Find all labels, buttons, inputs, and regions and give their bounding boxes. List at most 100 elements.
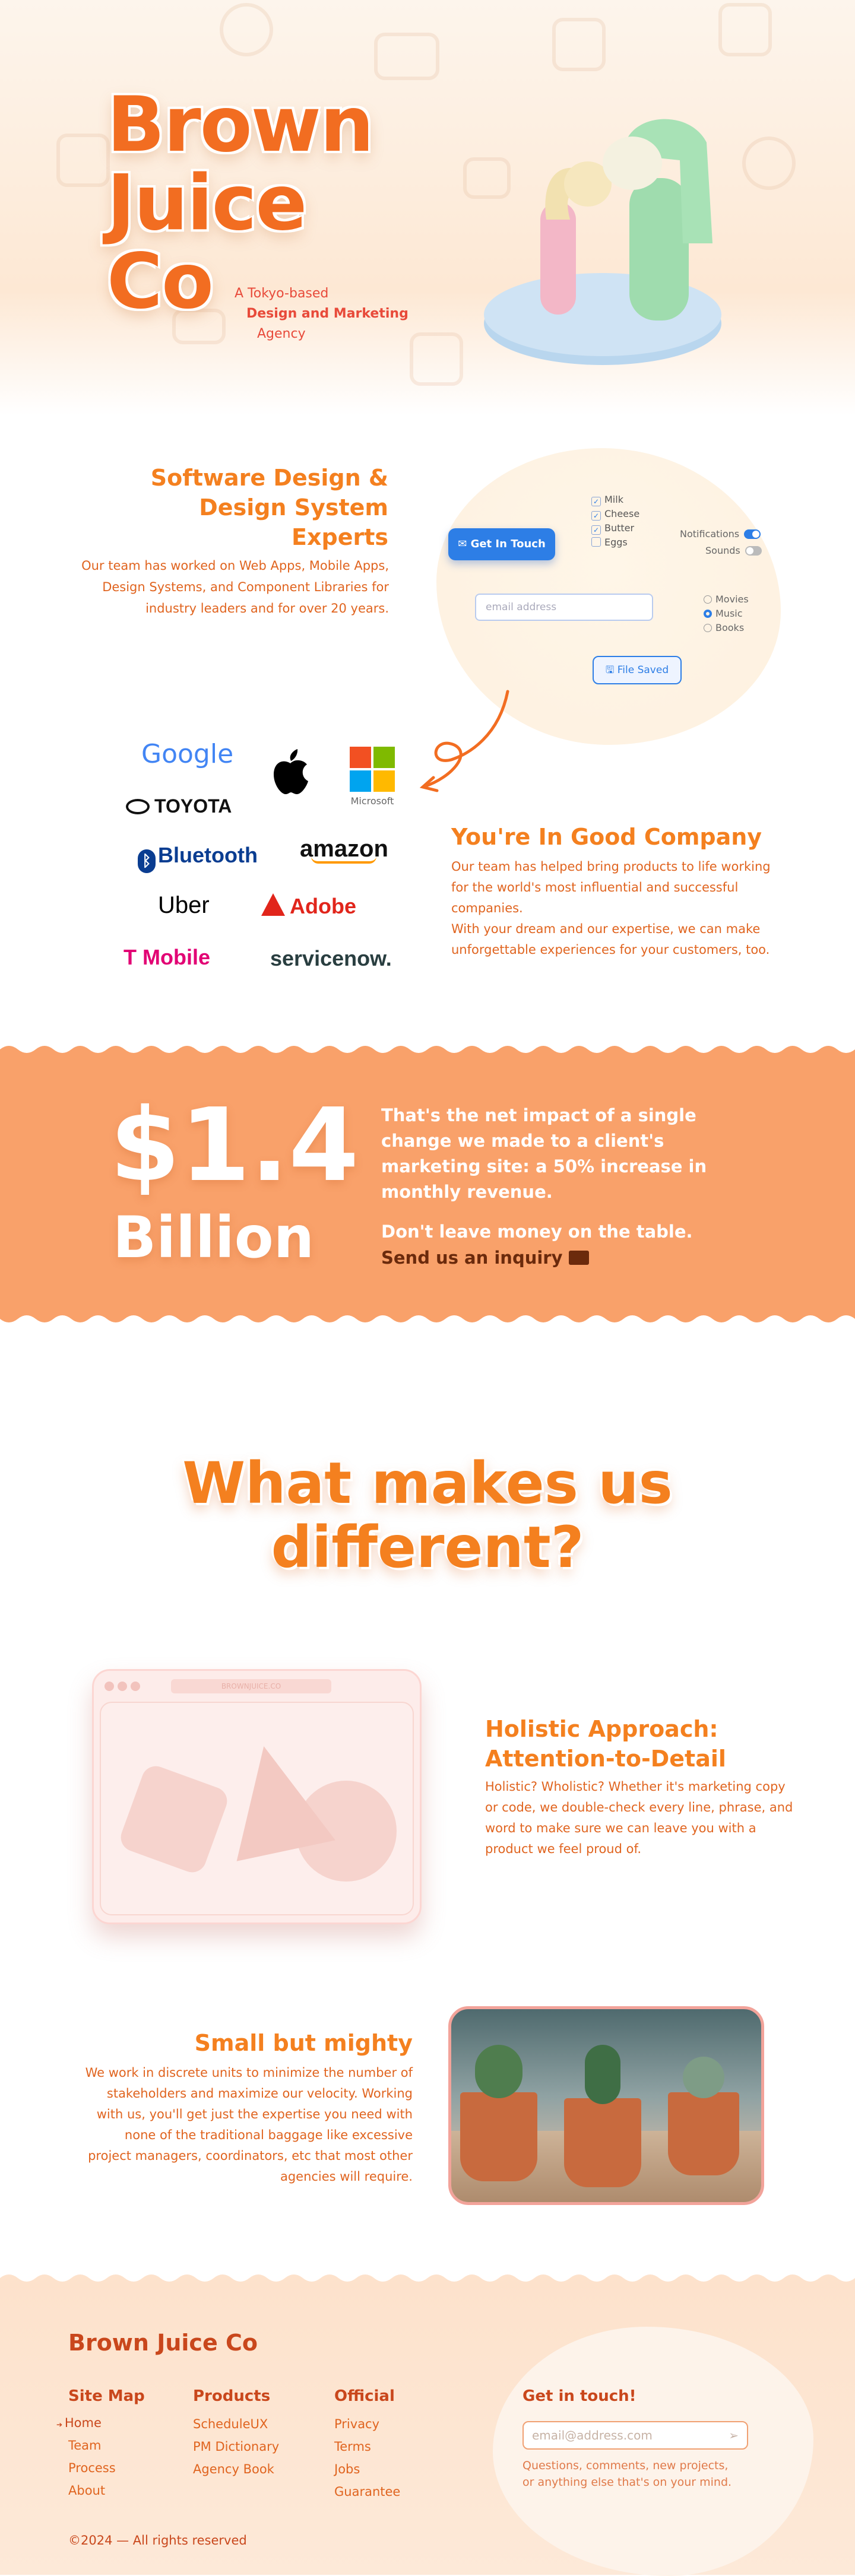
footer-link-scheduleux[interactable]: ScheduleUX bbox=[193, 2417, 268, 2431]
arrow-right-icon: ➔ bbox=[56, 2420, 65, 2429]
impact-cta-line: Don't leave money on the table. bbox=[381, 1222, 693, 1242]
servicenow-logo: servicenow. bbox=[270, 946, 392, 970]
footer-link-guarantee[interactable]: Guarantee bbox=[334, 2485, 400, 2499]
radio-music[interactable]: Music bbox=[704, 607, 743, 621]
podcast-icon bbox=[220, 3, 273, 56]
send-inquiry-label: Send us an inquiry bbox=[381, 1248, 563, 1268]
toggle-notifications[interactable]: Notifications bbox=[680, 528, 761, 540]
good-company-body: Our team has helped bring products to li… bbox=[451, 856, 784, 960]
copyright: ©2024 — All rights reserved bbox=[68, 2533, 247, 2548]
good-company-text: Our team has helped bring products to li… bbox=[451, 859, 771, 915]
toyota-logo: TOYOTA bbox=[126, 795, 232, 817]
toggle-switch[interactable] bbox=[745, 546, 762, 556]
good-company-text: With your dream and our expertise, we ca… bbox=[451, 922, 770, 957]
checkbox-cheese[interactable]: ✓ Cheese bbox=[591, 507, 639, 521]
microsoft-logo: Microsoft bbox=[349, 747, 395, 807]
cactus-pot bbox=[564, 2098, 641, 2187]
uber-logo: Uber bbox=[158, 892, 210, 918]
tagline-line: Design and Marketing bbox=[246, 306, 408, 321]
envelope-icon bbox=[568, 1251, 589, 1265]
note-line: or anything else that's on your mind. bbox=[522, 2476, 732, 2489]
footer-link-agency-book[interactable]: Agency Book bbox=[193, 2462, 274, 2476]
browser-window-illustration: BROWNJUICE.CO bbox=[92, 1669, 422, 1924]
impact-word: Billion bbox=[113, 1204, 315, 1271]
wave-divider bbox=[0, 2272, 855, 2282]
tagline-line: A Tokyo-based bbox=[235, 286, 329, 301]
title-line: What makes us bbox=[182, 1450, 673, 1517]
checkbox-icon: ✓ bbox=[591, 511, 601, 521]
checkbox-label: Cheese bbox=[604, 508, 640, 519]
send-inquiry-link[interactable]: Send us an inquiry bbox=[381, 1248, 589, 1268]
save-icon: 🖫 bbox=[605, 664, 618, 676]
get-in-touch-button[interactable]: ✉ Get In Touch bbox=[448, 528, 555, 560]
checkbox-eggs[interactable]: Eggs bbox=[591, 535, 628, 550]
hero-section: Brown Juice Co A Tokyo-based Design and … bbox=[0, 0, 855, 415]
email-input-mock[interactable]: email address bbox=[475, 594, 653, 621]
footer-link-team[interactable]: Team bbox=[68, 2438, 102, 2453]
toyota-emblem-icon bbox=[126, 799, 150, 814]
chart-icon bbox=[56, 134, 110, 187]
headphones-icon bbox=[742, 137, 796, 190]
hero-title-line: Brown bbox=[107, 81, 374, 169]
checkbox-milk[interactable]: ✓ Milk bbox=[591, 493, 623, 507]
footer-link-home[interactable]: ➔ Home bbox=[56, 2416, 102, 2430]
tagline-line: Agency bbox=[257, 326, 306, 341]
footer-email-input[interactable]: email@address.com ➢ bbox=[522, 2421, 748, 2450]
holistic-title: Holistic Approach: Attention-to-Detail bbox=[485, 1714, 726, 1774]
contact-note: Questions, comments, new projects, or an… bbox=[522, 2457, 732, 2491]
window-url-bar: BROWNJUICE.CO bbox=[171, 1679, 331, 1693]
software-section-body: Our team has worked on Web Apps, Mobile … bbox=[81, 559, 389, 616]
toggle-label: Notifications bbox=[680, 528, 740, 540]
cactus-pot bbox=[460, 2092, 537, 2181]
wave-divider bbox=[0, 1315, 855, 1325]
toyota-label: TOYOTA bbox=[154, 795, 232, 817]
footer-link-process[interactable]: Process bbox=[68, 2461, 116, 2475]
title-line: Design System bbox=[199, 494, 388, 521]
radio-label: Books bbox=[715, 622, 745, 633]
title-line: Experts bbox=[292, 524, 388, 550]
tmobile-logo: T Mobile bbox=[124, 945, 210, 969]
cactus-photo bbox=[448, 2006, 764, 2205]
radio-label: Movies bbox=[715, 594, 749, 605]
radio-label: Music bbox=[715, 608, 743, 619]
checkbox-icon: ✓ bbox=[591, 497, 601, 506]
holistic-body: Holistic? Wholistic? Whether it's market… bbox=[485, 1779, 793, 1856]
amazon-logo: amazon bbox=[300, 836, 388, 864]
email-placeholder: email@address.com bbox=[532, 2428, 653, 2442]
radio-movies[interactable]: Movies bbox=[704, 592, 749, 607]
note-line: Questions, comments, new projects, bbox=[522, 2459, 729, 2472]
cactus-pot bbox=[668, 2092, 739, 2175]
file-saved-button[interactable]: 🖫 File Saved bbox=[593, 656, 682, 684]
small-mighty-body: We work in discrete units to minimize th… bbox=[85, 2066, 413, 2184]
sitemap-heading: Site Map bbox=[68, 2387, 145, 2405]
footer-link-about[interactable]: About bbox=[68, 2483, 105, 2498]
official-heading: Official bbox=[334, 2387, 395, 2405]
cart-icon bbox=[552, 18, 606, 71]
products-heading: Products bbox=[193, 2387, 271, 2405]
toggle-sounds[interactable]: Sounds bbox=[705, 545, 762, 556]
radio-books[interactable]: Books bbox=[704, 621, 744, 635]
shapes-icon bbox=[214, 1736, 335, 1861]
amazon-label: amazon bbox=[300, 836, 388, 862]
small-mighty-title: Small but mighty bbox=[194, 2030, 413, 2056]
toggle-switch[interactable] bbox=[744, 529, 761, 539]
title-line: different? bbox=[271, 1514, 584, 1581]
toggle-label: Sounds bbox=[705, 545, 740, 556]
window-controls bbox=[104, 1682, 140, 1693]
microsoft-label: Microsoft bbox=[350, 795, 394, 807]
mail-icon: ✉ bbox=[458, 538, 471, 550]
footer-link-pm-dictionary[interactable]: PM Dictionary bbox=[193, 2439, 279, 2454]
footer-link-privacy[interactable]: Privacy bbox=[334, 2417, 379, 2431]
wave-divider bbox=[0, 1043, 855, 1053]
bluetooth-label: Bluetooth bbox=[158, 843, 258, 867]
bluetooth-icon: ᛒ bbox=[138, 849, 156, 873]
send-icon[interactable]: ➢ bbox=[729, 2422, 739, 2448]
impact-number: $1.4 bbox=[110, 1087, 359, 1204]
different-title: What makes us different? bbox=[0, 1451, 855, 1579]
bluetooth-logo: ᛒ Bluetooth bbox=[138, 843, 258, 873]
title-line: Software Design & bbox=[150, 465, 388, 491]
checkbox-label: Eggs bbox=[604, 537, 628, 548]
checkbox-butter[interactable]: ✓ Butter bbox=[591, 521, 634, 535]
footer-link-terms[interactable]: Terms bbox=[334, 2439, 371, 2454]
footer-link-jobs[interactable]: Jobs bbox=[334, 2462, 360, 2476]
